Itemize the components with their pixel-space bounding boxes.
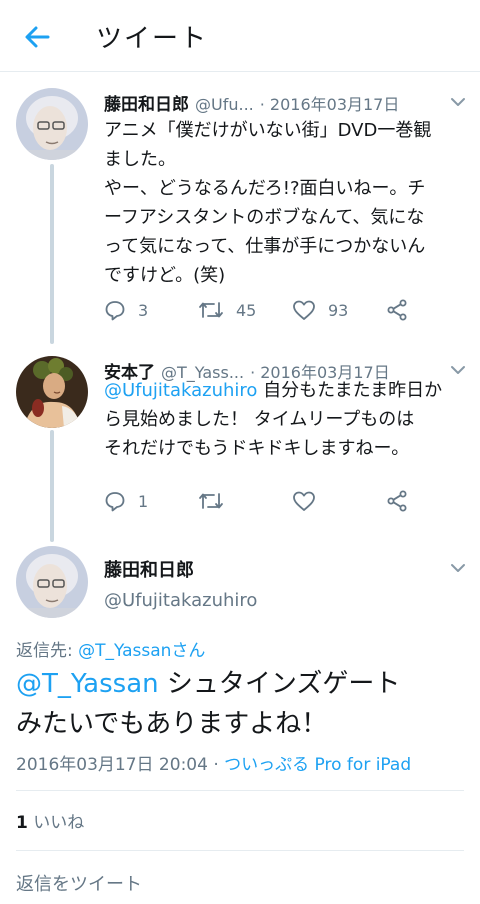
reply-button[interactable]: 3 — [104, 299, 148, 321]
page-title: ツイート — [96, 24, 209, 54]
chevron-down-icon[interactable] — [450, 96, 466, 108]
likes-label: いいね — [27, 813, 85, 833]
chevron-down-icon[interactable] — [450, 364, 466, 376]
thread-line — [50, 164, 54, 344]
tweet-text: アニメ「僕だけがいない街」DVD一巻観 ました。 やー、どうなるんだろ!?面白い… — [104, 116, 470, 290]
like-count: 93 — [328, 300, 349, 320]
text-line: みたいでもありますよね！ — [16, 709, 328, 739]
tweet-meta: 2016年03月17日 20:04 · ついっぷる Pro for iPad — [16, 750, 411, 775]
chevron-down-icon[interactable] — [450, 562, 466, 574]
text-line: ました。 — [104, 149, 176, 170]
tweet-text: @Ufujitakazuhiro 自分もたまたま昨日か ら見始めました！ タイム… — [104, 376, 470, 463]
meta-separator: · — [207, 755, 225, 775]
user-name[interactable]: 藤田和日郎 — [104, 556, 194, 582]
reply-button[interactable]: 1 — [104, 490, 148, 512]
retweet-button[interactable] — [198, 490, 236, 512]
retweet-icon — [199, 302, 223, 318]
tweet-datetime: 2016年03月17日 20:04 — [16, 755, 208, 775]
user-handle[interactable]: @Ufu... — [195, 95, 254, 114]
user-name[interactable]: 藤田和日郎 — [104, 95, 189, 115]
tweet-actions: 3 45 93 — [104, 299, 424, 329]
user-handle[interactable]: @Ufujitakazuhiro — [104, 590, 257, 611]
text-line: それだけでもうドキドキしますねー。 — [104, 438, 410, 459]
text-line: @T_Yassan シュタインズゲート — [16, 664, 466, 704]
back-arrow-icon[interactable] — [22, 22, 52, 52]
avatar[interactable] — [16, 356, 88, 428]
text-line: ーフアシスタントのボブなんて、気にな — [104, 207, 425, 228]
reply-input[interactable]: 返信をツイート — [16, 870, 142, 896]
top-bar: ツイート — [0, 0, 480, 72]
divider — [16, 790, 464, 791]
text-fragment: シュタインズゲート — [158, 669, 401, 699]
text-line: ですけど。(笑) — [104, 265, 226, 286]
text-line: やー、どうなるんだろ!?面白いねー。チ — [104, 178, 426, 199]
tweet-text: @T_Yassan シュタインズゲート みたいでもありますよね！ — [16, 664, 466, 744]
retweet-icon — [199, 493, 223, 509]
mention-link[interactable]: @T_Yassan — [16, 669, 159, 699]
client-source-link[interactable]: ついっぷる Pro for iPad — [224, 755, 411, 775]
divider — [16, 850, 464, 851]
retweet-count: 45 — [236, 300, 257, 320]
like-button[interactable] — [292, 490, 328, 512]
share-icon — [387, 299, 407, 321]
text-line: って気になって、仕事が手につかないん — [104, 236, 426, 257]
thread-line — [50, 430, 54, 542]
reply-to-label: 返信先: — [16, 641, 79, 661]
retweet-button[interactable]: 45 — [198, 299, 256, 321]
reply-to-user-link[interactable]: @T_Yassanさん — [78, 641, 205, 661]
avatar[interactable] — [16, 546, 88, 618]
like-button[interactable]: 93 — [292, 299, 348, 321]
avatar[interactable] — [16, 88, 88, 160]
heart-icon — [293, 300, 315, 320]
reply-icon — [105, 492, 125, 512]
mention-link[interactable]: @Ufujitakazuhiro — [104, 380, 257, 401]
reply-count: 3 — [138, 300, 149, 320]
share-button[interactable] — [386, 490, 408, 512]
heart-icon — [293, 491, 315, 511]
share-icon — [387, 490, 407, 512]
likes-count: 1 — [16, 813, 28, 833]
share-button[interactable] — [386, 299, 408, 321]
tweet-date[interactable]: · 2016年03月17日 — [260, 95, 400, 114]
tweet-actions: 1 — [104, 490, 424, 520]
text-line: ら見始めました！ タイムリープものは — [104, 409, 415, 430]
likes-summary[interactable]: 1 いいね — [16, 808, 84, 833]
reply-to-line: 返信先: @T_Yassanさん — [16, 636, 205, 661]
tweet-header: 藤田和日郎 @Ufu... · 2016年03月17日 — [104, 90, 399, 116]
text-line: @Ufujitakazuhiro 自分もたまたま昨日か — [104, 376, 470, 405]
reply-icon — [105, 301, 125, 321]
text-fragment: 自分もたまたま昨日か — [257, 380, 443, 401]
text-line: アニメ「僕だけがいない街」DVD一巻観 — [104, 120, 432, 141]
reply-count: 1 — [138, 491, 149, 511]
